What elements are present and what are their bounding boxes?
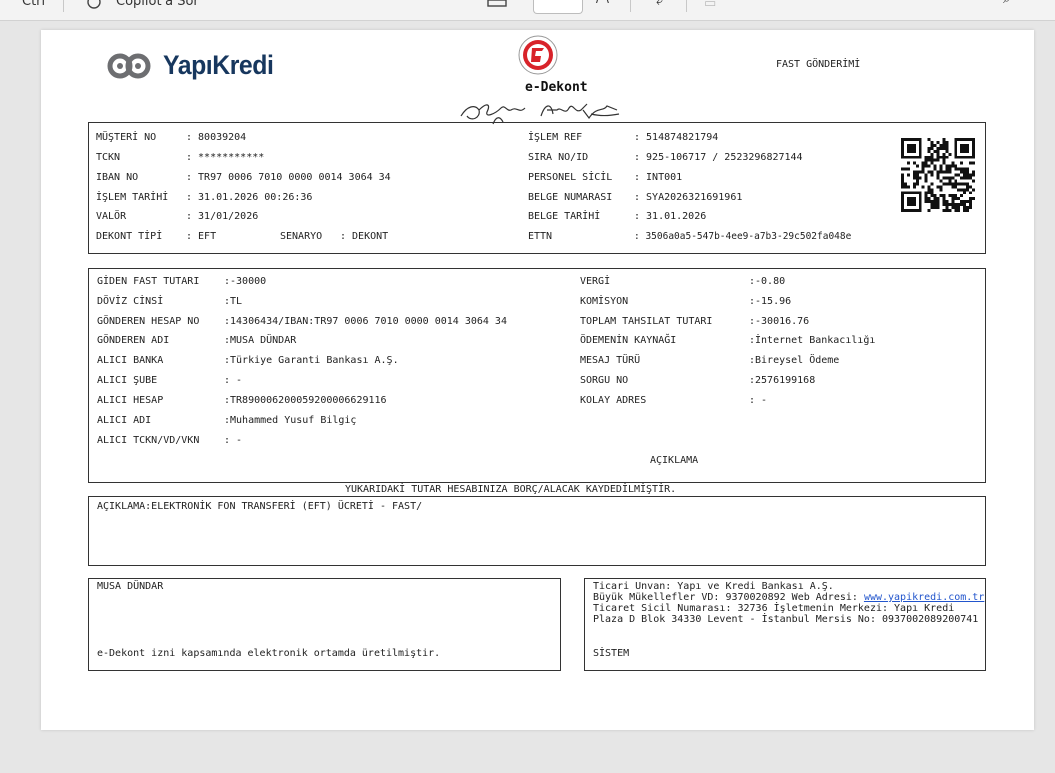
- transfer-left-value: :TL: [224, 296, 243, 307]
- copilot-button[interactable]: Copilot'a Sor: [116, 0, 199, 9]
- info-left-value: : 31/01/2026: [186, 211, 259, 222]
- transfer-right-label: SORGU NO: [580, 375, 629, 386]
- transfer-left-value: : -: [224, 375, 243, 386]
- transfer-right-label: KOLAY ADRES: [580, 395, 647, 406]
- description-box: AÇIKLAMA:ELEKTRONİK FON TRANSFERİ (EFT) …: [88, 496, 986, 566]
- scenario-value: : DEKONT: [340, 231, 389, 242]
- transfer-left-label: GİDEN FAST TUTARI: [97, 276, 200, 287]
- brand-name: YapıKredi: [163, 50, 274, 80]
- toolbar-separator: [630, 0, 631, 12]
- bank-website-link[interactable]: www.yapikredi.com.tr: [864, 592, 984, 603]
- info-right-value: : 925-106717 / 2523296827144: [634, 152, 803, 163]
- page-number-input[interactable]: [533, 0, 583, 14]
- electronic-note: e-Dekont izni kapsamında elektronik orta…: [97, 648, 441, 659]
- info-right-value: : SYA2026321691961: [634, 192, 743, 203]
- yapikredi-emblem-icon: [107, 53, 151, 78]
- info-left-value: : TR97 0006 7010 0000 0014 3064 34: [186, 172, 391, 183]
- info-left-label: MÜŞTERİ NO: [96, 132, 157, 143]
- info-right-label: ETTN: [528, 231, 553, 242]
- info-right-label: BELGE NUMARASI: [528, 192, 613, 203]
- info-left-value: : EFT: [186, 231, 217, 242]
- transfer-right-value: :2576199168: [749, 375, 816, 386]
- yapikredi-logo: YapıKredi: [107, 50, 283, 81]
- scenario-label: SENARYO: [280, 231, 323, 242]
- system-label: SİSTEM: [593, 648, 630, 659]
- page-total-icon: / \: [596, 0, 609, 6]
- bank-title-line: Ticari Unvan: Yapı ve Kredi Bankası A.Ş.: [593, 581, 834, 592]
- transfer-left-label: GÖNDEREN ADI: [97, 335, 170, 346]
- transfer-right-value: :-0.80: [749, 276, 786, 287]
- transfer-left-value: :Muhammed Yusuf Bilgiç: [224, 415, 357, 426]
- debit-credit-notice: YUKARIDAKİ TUTAR HESABINIZA BORÇ/ALACAK …: [345, 484, 677, 495]
- transfer-right-value: :-30016.76: [749, 316, 810, 327]
- transfer-right-label: KOMİSYON: [580, 296, 629, 307]
- transfer-left-value: :Türkiye Garanti Bankası A.Ş.: [224, 355, 399, 366]
- edekont-seal-icon: [518, 35, 558, 75]
- info-right-value: : INT001: [634, 172, 683, 183]
- search-icon[interactable]: ⌕: [1003, 0, 1010, 7]
- info-right-value: : 514874821794: [634, 132, 719, 143]
- qr-code: [901, 138, 975, 216]
- transfer-right-value: : -: [749, 395, 768, 406]
- transfer-left-value: : -: [224, 435, 243, 446]
- info-right-value: : 31.01.2026: [634, 211, 707, 222]
- bank-tax-line: Büyük Mükellefler VD: 9370020892 Web Adr…: [593, 592, 984, 603]
- info-left-value: : 31.01.2026 00:26:36: [186, 192, 313, 203]
- info-right-label: SIRA NO/ID: [528, 152, 589, 163]
- info-left-value: : 80039204: [186, 132, 247, 143]
- rotate-icon[interactable]: ⤶: [656, 0, 663, 9]
- transfer-left-label: GÖNDEREN HESAP NO: [97, 316, 200, 327]
- transfer-left-label: DÖVİZ CİNSİ: [97, 296, 164, 307]
- info-left-value: : ***********: [186, 152, 265, 163]
- bank-tax-text: Büyük Mükellefler VD: 9370020892 Web Adr…: [593, 592, 864, 603]
- info-left-label: IBAN NO: [96, 172, 139, 183]
- footer-customer-box: MUSA DÜNDAR e-Dekont izni kapsamında ele…: [88, 578, 561, 671]
- aciklama-heading: AÇIKLAMA: [650, 455, 699, 466]
- bank-address-line: Plaza D Blok 34330 Levent - İstanbul Mer…: [593, 614, 979, 625]
- qr-code-icon: [901, 138, 975, 212]
- document-title: e-Dekont: [525, 80, 588, 95]
- transfer-left-value: :TR890006200059200006629116: [224, 395, 387, 406]
- two-page-icon[interactable]: ▭: [704, 0, 716, 11]
- transfer-left-label: ALICI ŞUBE: [97, 375, 158, 386]
- transfer-right-value: :Bireysel Ödeme: [749, 355, 840, 366]
- footer-bank-info-box: Ticari Unvan: Yapı ve Kredi Bankası A.Ş.…: [584, 578, 986, 671]
- toolbar-separator: [63, 0, 64, 12]
- customer-name: MUSA DÜNDAR: [97, 581, 164, 592]
- info-right-value: : 3506a0a5-547b-4ee9-a7b3-29c502fa048e: [634, 231, 852, 242]
- transfer-details-box: GİDEN FAST TUTARI :-30000 DÖVİZ CİNSİ :T…: [88, 268, 986, 483]
- transfer-right-label: TOPLAM TAHSILAT TUTARI: [580, 316, 713, 327]
- minus-icon[interactable]: −: [448, 0, 459, 5]
- info-left-label: DEKONT TİPİ: [96, 231, 163, 242]
- toolbar-separator: [686, 0, 687, 12]
- copilot-icon[interactable]: [86, 0, 102, 14]
- toolbar-left-button[interactable]: Ctrl: [22, 0, 45, 9]
- fit-page-icon[interactable]: [487, 0, 507, 12]
- transfer-right-label: ÖDEMENİN KAYNAĞI: [580, 335, 677, 346]
- info-right-label: PERSONEL SİCİL: [528, 172, 613, 183]
- transfer-left-label: ALICI BANKA: [97, 355, 164, 366]
- description-text: AÇIKLAMA:ELEKTRONİK FON TRANSFERİ (EFT) …: [97, 501, 423, 512]
- transfer-left-value: :-30000: [224, 276, 267, 287]
- transfer-left-label: ALICI HESAP: [97, 395, 164, 406]
- transfer-right-value: :-15.96: [749, 296, 792, 307]
- customer-info-box: MÜŞTERİ NO : 80039204 TCKN : ***********…: [88, 122, 986, 254]
- transfer-right-label: MESAJ TÜRÜ: [580, 355, 641, 366]
- edekont-emblem: [517, 34, 559, 80]
- transfer-right-value: :İnternet Bankacılığı: [749, 335, 876, 346]
- info-left-label: TCKN: [96, 152, 121, 163]
- bank-registry-line: Ticaret Sicil Numarası: 32736 İşletmenin…: [593, 603, 955, 614]
- transfer-left-label: ALICI TCKN/VD/VKN: [97, 435, 200, 446]
- info-right-label: İŞLEM REF: [528, 132, 583, 143]
- document-page: YapıKredi e-Dekont FAST GÖNDERİMİ MÜŞTER…: [41, 30, 1034, 730]
- viewer-toolbar: Ctrl Copilot'a Sor − / \ ⤶ ▭ ⌕: [0, 0, 1055, 21]
- info-left-label: İŞLEM TARİHİ: [96, 192, 169, 203]
- info-right-label: BELGE TARİHİ: [528, 211, 601, 222]
- transfer-left-label: ALICI ADI: [97, 415, 152, 426]
- info-left-label: VALÖR: [96, 211, 127, 222]
- transfer-left-value: :MUSA DÜNDAR: [224, 335, 297, 346]
- transfer-right-label: VERGİ: [580, 276, 611, 287]
- transfer-left-value: :14306434/IBAN:TR97 0006 7010 0000 0014 …: [224, 316, 507, 327]
- document-type: FAST GÖNDERİMİ: [776, 59, 861, 70]
